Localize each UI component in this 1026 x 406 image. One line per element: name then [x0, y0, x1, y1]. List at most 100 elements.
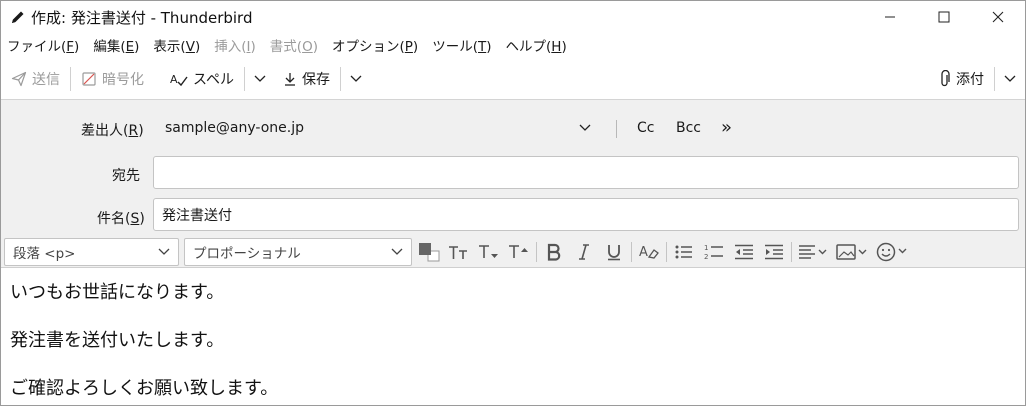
menu-options[interactable]: オプション(P) — [332, 35, 418, 55]
body-line: 発注書を送付いたします。 — [10, 330, 225, 351]
insert-button[interactable] — [832, 238, 872, 266]
spell-dropdown-button[interactable] — [249, 64, 271, 94]
decrease-font-button[interactable] — [474, 238, 504, 266]
save-label: 保存 — [302, 71, 331, 88]
menu-edit[interactable]: 編集(E) — [93, 35, 139, 55]
encrypt-button[interactable]: 暗号化 — [75, 64, 150, 94]
send-icon — [11, 71, 27, 86]
font-select[interactable]: プロポーショナル — [184, 237, 412, 266]
menu-bar: ファイル(F) 編集(E) 表示(V) 挿入(I) 書式(O) オプション(P)… — [1, 33, 1025, 57]
toolbar-separator — [70, 66, 71, 91]
menu-view[interactable]: 表示(V) — [153, 35, 200, 55]
bulleted-list-button[interactable] — [669, 238, 699, 266]
toolbar-separator — [340, 66, 342, 91]
body-line: いつもお世話になります。 — [10, 282, 225, 303]
spell-label: スペル — [193, 71, 235, 88]
close-icon — [992, 11, 1004, 23]
italic-button[interactable] — [569, 238, 599, 266]
message-body-editor[interactable]: いつもお世話になります。 発注書を送付いたします。 ご確認よろしくお願い致します… — [1, 268, 1025, 405]
format-separator — [631, 241, 632, 262]
subject-field[interactable]: 発注書送付 — [153, 198, 1019, 231]
align-button[interactable] — [794, 238, 832, 266]
numbered-list-icon: 12 — [704, 244, 723, 261]
save-dropdown-button[interactable] — [345, 64, 367, 94]
from-label: 差出人(R) — [81, 123, 144, 139]
menu-format[interactable]: 書式(O) — [270, 35, 318, 55]
clear-formatting-button[interactable]: A — [634, 238, 664, 266]
font-size-icon — [449, 245, 467, 259]
format-separator — [666, 241, 667, 262]
pencil-icon — [9, 8, 27, 26]
indent-button[interactable] — [759, 238, 789, 266]
cc-button[interactable]: Cc — [637, 120, 654, 136]
outdent-button[interactable] — [729, 238, 759, 266]
underline-button[interactable] — [599, 238, 629, 266]
svg-text:A: A — [170, 73, 178, 86]
compose-toolbar: 送信 暗号化 A スペル 保存 添付 — [1, 58, 1025, 99]
smaller-font-button[interactable] — [444, 238, 474, 266]
subject-label: 件名(S) — [97, 211, 145, 227]
message-header: 差出人(R) sample@any-one.jp Cc Bcc » 宛先 件名(… — [1, 99, 1025, 236]
color-swatch-icon — [419, 242, 440, 261]
minimize-icon — [885, 16, 895, 18]
toolbar-separator — [244, 66, 246, 91]
to-label: 宛先 — [112, 168, 140, 184]
body-line: ご確認よろしくお願い致します。 — [10, 378, 279, 399]
chevron-down-icon — [391, 248, 403, 255]
menu-insert[interactable]: 挿入(I) — [214, 35, 256, 55]
format-toolbar: 段落 <p> プロポーショナル A 1 2 — [1, 236, 1025, 268]
window-controls — [863, 1, 1025, 33]
encrypt-icon — [82, 71, 96, 86]
encrypt-label: 暗号化 — [102, 71, 144, 88]
maximize-button[interactable] — [917, 1, 971, 33]
close-button[interactable] — [971, 1, 1025, 33]
paragraph-select[interactable]: 段落 <p> — [4, 237, 179, 266]
download-icon — [285, 72, 296, 86]
chevron-down-icon — [158, 248, 170, 255]
svg-text:A: A — [639, 245, 648, 260]
numbered-list-button[interactable]: 12 — [699, 238, 729, 266]
minimize-button[interactable] — [863, 1, 917, 33]
attach-dropdown-button[interactable] — [999, 64, 1021, 94]
from-select[interactable]: sample@any-one.jp — [165, 120, 304, 136]
from-dropdown-button[interactable] — [579, 120, 591, 136]
svg-text:1: 1 — [704, 244, 708, 252]
clear-format-icon: A — [639, 245, 659, 260]
send-label: 送信 — [32, 71, 60, 88]
chevron-down-icon — [579, 124, 591, 131]
paragraph-value: 段落 <p> — [13, 245, 76, 262]
svg-text:2: 2 — [704, 253, 708, 261]
spell-button[interactable]: A スペル — [164, 64, 240, 94]
text-color-button[interactable] — [414, 238, 444, 266]
attach-label: 添付 — [956, 71, 984, 88]
increase-font-button[interactable] — [504, 238, 534, 266]
format-separator — [536, 241, 537, 262]
font-decrease-icon — [479, 244, 498, 258]
send-button[interactable]: 送信 — [5, 64, 66, 94]
to-field[interactable] — [153, 156, 1019, 189]
outdent-icon — [735, 244, 753, 259]
bcc-button[interactable]: Bcc — [676, 120, 701, 136]
menu-tools[interactable]: ツール(T) — [432, 35, 491, 55]
attach-button[interactable]: 添付 — [933, 64, 990, 94]
chevron-down-icon — [1004, 75, 1016, 82]
format-separator — [791, 241, 792, 262]
paperclip-icon — [941, 69, 950, 86]
emoji-button[interactable] — [872, 238, 912, 266]
title-bar: 作成: 発注書送付 - Thunderbird — [1, 1, 1025, 33]
bold-button[interactable] — [539, 238, 569, 266]
save-button[interactable]: 保存 — [277, 64, 336, 94]
chevron-down-icon — [350, 75, 362, 82]
more-headers-button[interactable]: » — [721, 117, 732, 138]
bulleted-list-icon — [675, 245, 692, 258]
maximize-icon — [938, 11, 950, 23]
menu-help[interactable]: ヘルプ(H) — [506, 35, 567, 55]
indent-icon — [765, 244, 783, 259]
underline-icon — [608, 244, 620, 260]
window-title: 作成: 発注書送付 - Thunderbird — [31, 8, 253, 27]
toolbar-separator — [994, 66, 995, 91]
image-icon — [836, 243, 867, 260]
menu-file[interactable]: ファイル(F) — [7, 35, 79, 55]
header-separator — [616, 120, 617, 138]
font-value: プロポーショナル — [193, 245, 301, 262]
